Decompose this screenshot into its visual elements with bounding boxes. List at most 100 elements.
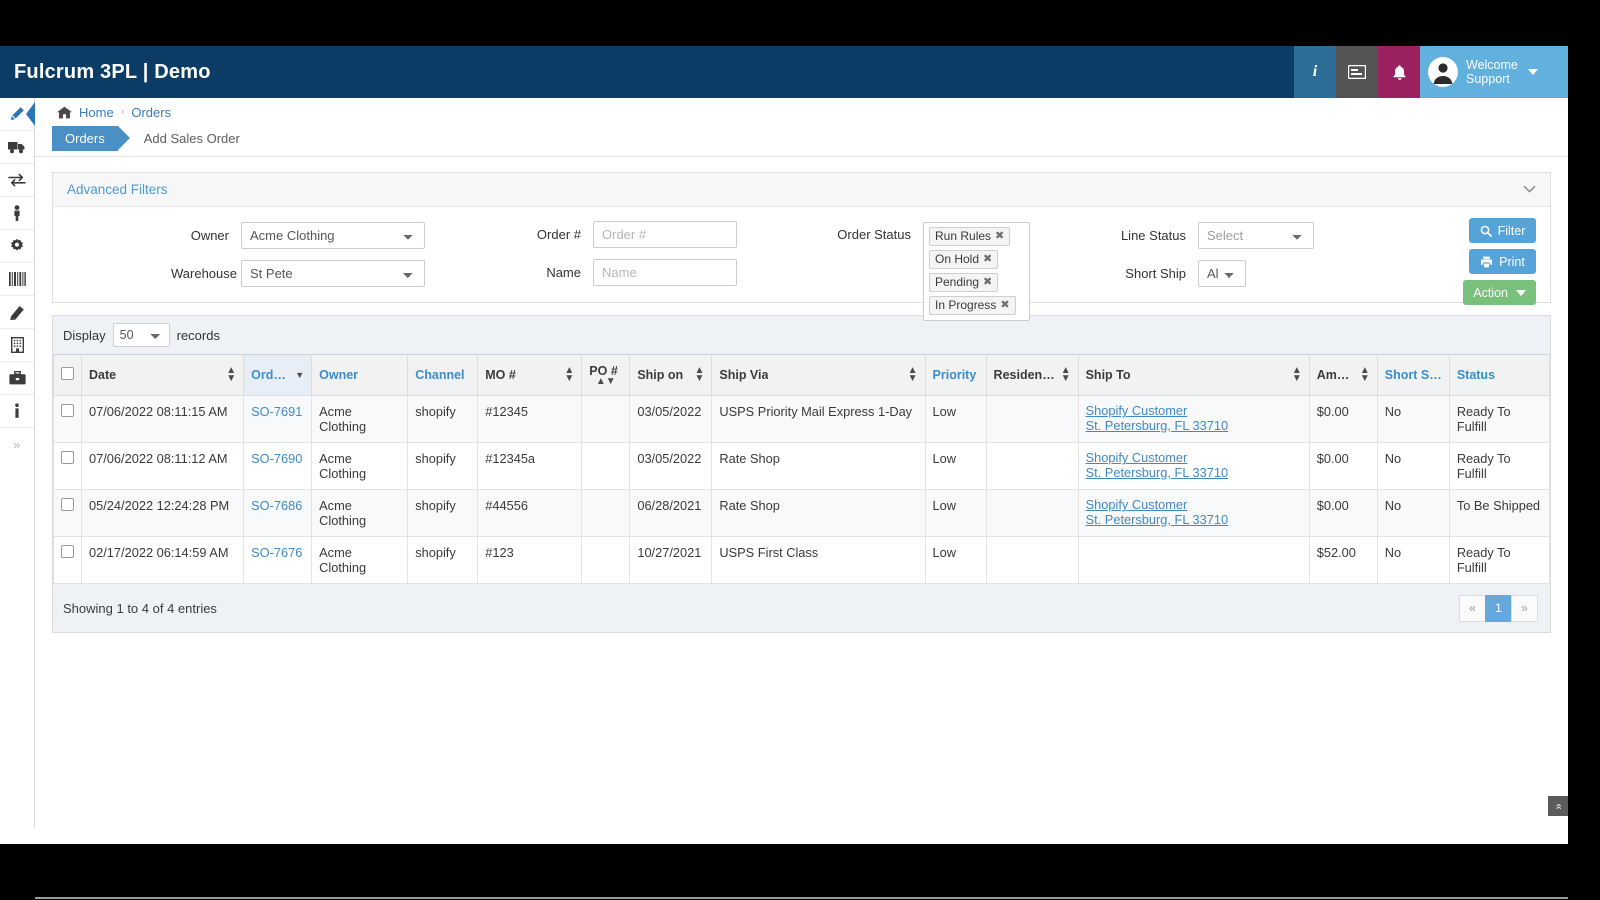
- app-root: Fulcrum 3PL | Demo i Welcome Support » H…: [0, 0, 1600, 900]
- order-number-link[interactable]: SO-7690: [251, 451, 302, 466]
- column-header-po-number[interactable]: PO # ▲▼: [581, 354, 631, 396]
- table-footer: Showing 1 to 4 of 4 entries « 1 »: [53, 584, 1550, 632]
- remove-tag-icon[interactable]: ✖: [1000, 298, 1009, 313]
- order-status-tag[interactable]: On Hold ✖: [929, 250, 999, 269]
- column-header-ship-via[interactable]: Ship Via ▲ ▼: [711, 354, 926, 396]
- order-status-tag[interactable]: Run Rules ✖: [929, 227, 1011, 246]
- cell-ship-to[interactable]: Shopify Customer St. Petersburg, FL 3371…: [1077, 395, 1310, 443]
- breadcrumb-home-link[interactable]: Home: [79, 105, 114, 120]
- owner-select[interactable]: Acme Clothing: [241, 222, 425, 249]
- cell-order-number[interactable]: SO-7686: [243, 489, 313, 537]
- print-button[interactable]: Print: [1469, 249, 1536, 274]
- pagination-next[interactable]: »: [1511, 594, 1538, 622]
- short-ship-select[interactable]: All: [1198, 260, 1246, 287]
- sort-icon: ▲▼: [694, 365, 705, 384]
- order-number-link[interactable]: SO-7691: [251, 404, 302, 419]
- row-checkbox[interactable]: [61, 545, 74, 558]
- pagination-page-1[interactable]: 1: [1485, 594, 1512, 622]
- scroll-to-top-button[interactable]: «: [1548, 796, 1568, 816]
- row-select-cell[interactable]: [52, 489, 83, 537]
- select-all-checkbox[interactable]: [61, 367, 74, 380]
- table-row[interactable]: 02/17/2022 06:14:59 AM SO-7676 Acme Clot…: [52, 536, 1551, 584]
- cell-amount: $0.00: [1308, 442, 1378, 490]
- person-icon: [14, 205, 20, 221]
- cell-ship-via: USPS First Class: [711, 536, 926, 584]
- cell-order-number[interactable]: SO-7691: [243, 395, 313, 443]
- info-icon[interactable]: i: [1294, 46, 1336, 98]
- user-menu[interactable]: Welcome Support: [1420, 46, 1568, 98]
- name-input[interactable]: [593, 259, 737, 286]
- order-number-link[interactable]: SO-7686: [251, 498, 302, 513]
- sidebar-item-transfers[interactable]: [0, 164, 34, 197]
- order-number-link[interactable]: SO-7676: [251, 545, 302, 560]
- column-header-mo-number[interactable]: MO # ▲ ▼: [477, 354, 583, 396]
- sidebar-expand-toggle[interactable]: »: [0, 428, 34, 461]
- page-size-select[interactable]: 50: [112, 323, 170, 347]
- column-header-date[interactable]: Date ▲ ▼: [81, 354, 245, 396]
- order-status-tag-label: Run Rules: [935, 229, 992, 243]
- column-header-residential[interactable]: Residential ▲ ▼: [985, 354, 1079, 396]
- order-status-tag[interactable]: Pending ✖: [929, 273, 999, 292]
- remove-tag-icon[interactable]: ✖: [995, 229, 1004, 244]
- sidebar-item-warehouses[interactable]: [0, 329, 34, 362]
- row-select-cell[interactable]: [52, 536, 83, 584]
- column-header-order-number[interactable]: Order # ▼: [243, 354, 313, 396]
- cell-ship-to[interactable]: Shopify Customer St. Petersburg, FL 3371…: [1077, 442, 1310, 490]
- sidebar-item-info[interactable]: [0, 395, 34, 428]
- order-status-tag[interactable]: In Progress ✖: [929, 296, 1016, 315]
- ship-to-address-link[interactable]: St. Petersburg, FL 33710: [1086, 512, 1302, 528]
- row-select-cell[interactable]: [52, 395, 83, 443]
- advanced-filters-header[interactable]: Advanced Filters: [53, 173, 1550, 207]
- ship-to-address-link[interactable]: St. Petersburg, FL 33710: [1086, 418, 1302, 434]
- order-status-tag-list[interactable]: Run Rules ✖ On Hold ✖ Pending ✖ In Progr…: [923, 222, 1030, 321]
- sidebar-item-barcodes[interactable]: [0, 263, 34, 296]
- cell-ship-to[interactable]: Shopify Customer St. Petersburg, FL 3371…: [1077, 489, 1310, 537]
- table-row[interactable]: 07/06/2022 08:11:15 AM SO-7691 Acme Clot…: [52, 395, 1551, 443]
- table-row[interactable]: 07/06/2022 08:11:12 AM SO-7690 Acme Clot…: [52, 442, 1551, 490]
- row-checkbox[interactable]: [61, 451, 74, 464]
- tab-add-sales-order[interactable]: Add Sales Order: [118, 126, 252, 151]
- cell-order-number[interactable]: SO-7690: [243, 442, 313, 490]
- pagination: « 1 »: [1459, 594, 1538, 622]
- column-header-owner[interactable]: Owner: [311, 354, 409, 396]
- sidebar-item-reports[interactable]: [0, 296, 34, 329]
- cell-ship-to[interactable]: [1077, 536, 1310, 584]
- warehouse-select[interactable]: St Pete: [241, 260, 425, 287]
- column-header-amount[interactable]: Amount ▲▼: [1308, 354, 1378, 396]
- order-number-input[interactable]: [593, 221, 737, 248]
- column-header-priority[interactable]: Priority: [924, 354, 987, 396]
- select-all-header[interactable]: [52, 354, 83, 396]
- home-icon[interactable]: [57, 106, 72, 119]
- breadcrumb-orders-link[interactable]: Orders: [131, 105, 171, 120]
- column-header-ship-on[interactable]: Ship on ▲ ▼: [629, 354, 713, 396]
- remove-tag-icon[interactable]: ✖: [983, 275, 992, 290]
- column-header-ship-to[interactable]: Ship To ▲ ▼: [1077, 354, 1310, 396]
- ship-to-name-link[interactable]: Shopify Customer: [1086, 497, 1302, 513]
- filter-button[interactable]: Filter: [1469, 218, 1536, 243]
- ship-to-address-link[interactable]: St. Petersburg, FL 33710: [1086, 465, 1302, 481]
- bell-icon[interactable]: [1378, 46, 1420, 98]
- sidebar-item-settings[interactable]: [0, 230, 34, 263]
- row-checkbox[interactable]: [61, 404, 74, 417]
- cell-order-number[interactable]: SO-7676: [243, 536, 313, 584]
- row-select-cell[interactable]: [52, 442, 83, 490]
- tab-orders[interactable]: Orders: [52, 126, 130, 151]
- sidebar-item-billing[interactable]: [0, 362, 34, 395]
- ship-to-name-link[interactable]: Shopify Customer: [1086, 403, 1302, 419]
- column-header-status[interactable]: Status: [1448, 354, 1551, 396]
- table-row[interactable]: 05/24/2022 12:24:28 PM SO-7686 Acme Clot…: [52, 489, 1551, 537]
- column-header-short-ship[interactable]: Short Ship: [1376, 354, 1450, 396]
- notes-icon[interactable]: [1336, 46, 1378, 98]
- sidebar-item-orders[interactable]: [0, 98, 35, 131]
- line-status-select[interactable]: Select: [1198, 222, 1314, 249]
- row-checkbox[interactable]: [61, 498, 74, 511]
- cell-mo-number: #44556: [477, 489, 583, 537]
- remove-tag-icon[interactable]: ✖: [983, 252, 992, 267]
- ship-to-name-link[interactable]: Shopify Customer: [1086, 450, 1302, 466]
- chevron-down-icon[interactable]: [1523, 183, 1536, 195]
- column-header-channel[interactable]: Channel: [407, 354, 479, 396]
- action-button[interactable]: Action: [1463, 280, 1536, 305]
- sidebar-item-customers[interactable]: [0, 197, 34, 230]
- sidebar-item-shipping[interactable]: [0, 131, 34, 164]
- pagination-prev[interactable]: «: [1459, 594, 1486, 622]
